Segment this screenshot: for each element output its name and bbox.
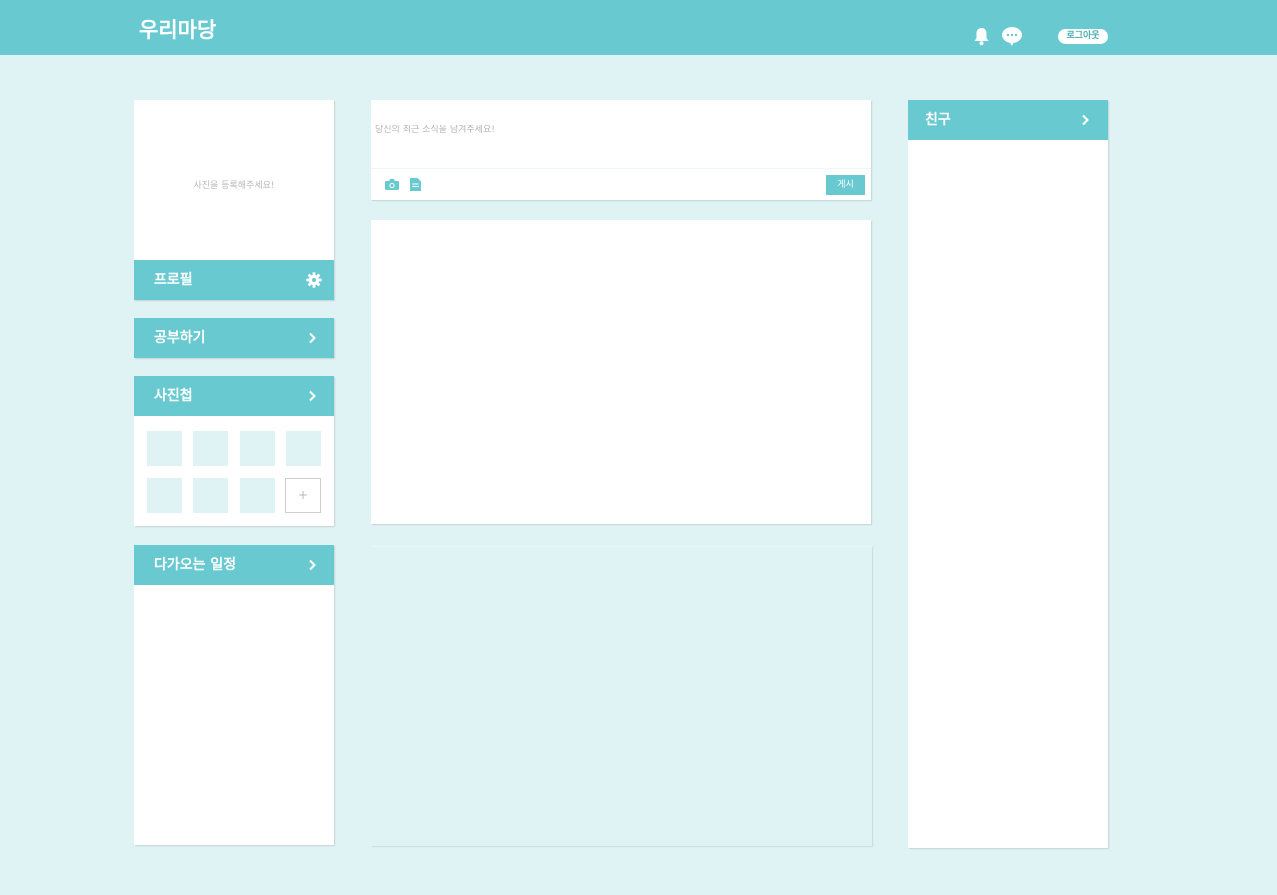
gear-icon[interactable] [306,272,322,288]
document-icon[interactable] [410,178,421,191]
friends-header[interactable]: 친구 [908,100,1108,140]
chevron-right-icon [309,390,316,402]
album-thumbnail[interactable] [193,431,228,466]
album-thumbnail[interactable] [147,478,182,513]
camera-icon[interactable] [385,179,399,190]
study-card: 공부하기 [134,318,334,358]
chevron-right-icon [1082,114,1089,126]
chat-icon[interactable] [1001,26,1023,46]
app-logo[interactable]: 우리마당 [139,14,216,44]
album-header[interactable]: 사진첩 [134,376,334,416]
post-input[interactable] [375,125,855,135]
study-header[interactable]: 공부하기 [134,318,334,358]
logout-button[interactable]: 로그아웃 [1058,29,1108,44]
feed-card [371,220,871,524]
feed-card [371,546,872,846]
album-card: 사진첩 + [134,376,334,526]
post-composer: 게시 [371,100,871,200]
album-thumbnail[interactable] [193,478,228,513]
chevron-right-icon [309,559,316,571]
post-button[interactable]: 게시 [826,175,865,195]
top-bar: 우리마당 로그아웃 [0,0,1277,55]
profile-photo-hint[interactable]: 사진을 등록해주세요! [134,178,334,191]
album-thumbnail[interactable] [147,431,182,466]
composer-divider [371,168,871,169]
album-thumbnail[interactable] [286,431,321,466]
chevron-right-icon [309,332,316,344]
profile-header[interactable]: 프로필 [134,260,334,300]
album-thumbnail[interactable] [240,431,275,466]
add-photo-button[interactable]: + [285,478,321,513]
friends-card: 친구 [908,100,1108,848]
study-title: 공부하기 [154,330,206,346]
friends-title: 친구 [925,112,951,128]
profile-title: 프로필 [154,272,193,288]
schedule-title: 다가오는 일정 [154,557,237,573]
album-thumbnail[interactable] [240,478,275,513]
schedule-header[interactable]: 다가오는 일정 [134,545,334,585]
album-title: 사진첩 [154,388,193,404]
bell-icon[interactable] [973,27,990,46]
profile-card: 사진을 등록해주세요! 프로필 [134,100,334,300]
schedule-card: 다가오는 일정 [134,545,334,845]
